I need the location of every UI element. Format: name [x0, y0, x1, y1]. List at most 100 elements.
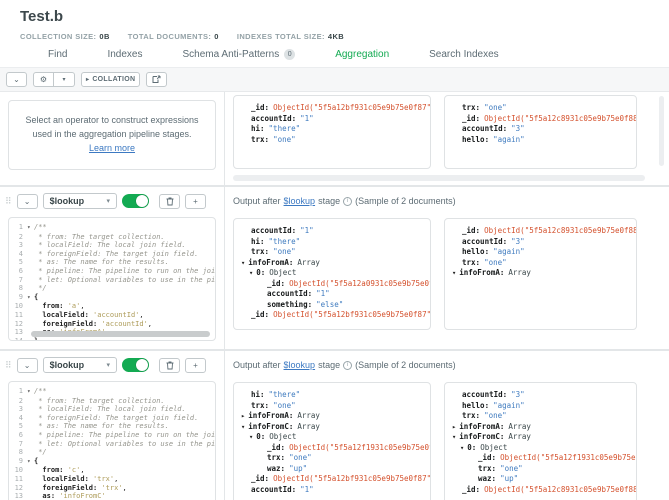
stage-enabled-toggle[interactable] [122, 194, 149, 208]
vertical-scrollbar[interactable] [659, 96, 664, 166]
document-field[interactable]: hello:"again" [445, 401, 636, 412]
code-line: 9{ [9, 457, 215, 467]
document-field[interactable]: accountId:"1" [234, 289, 430, 300]
document-field[interactable]: hello:"again" [445, 247, 636, 258]
code-line: 3 * localField: The local join field. [9, 241, 215, 250]
line-number: 12 [9, 484, 27, 493]
editor-horizontal-scrollbar[interactable] [31, 331, 210, 337]
document-field[interactable]: accountId:"1" [234, 114, 430, 125]
document-field[interactable]: infoFromA:Array [445, 422, 636, 433]
tab-search-indexes[interactable]: Search Indexes [429, 49, 499, 67]
tab-find[interactable]: Find [48, 49, 67, 67]
document-field[interactable]: 0:Object [445, 443, 636, 454]
stage-doc-link[interactable]: $lookup [284, 196, 316, 206]
field-name: _id: [267, 443, 285, 452]
document-field[interactable]: hi:"there" [234, 237, 430, 248]
delete-stage-button[interactable] [159, 358, 180, 373]
add-stage-button[interactable]: + [185, 358, 206, 373]
field-value: Object [269, 432, 296, 441]
drag-handle-icon[interactable]: ⠿ [5, 360, 12, 371]
output-document-card: accountId:"3" hello:"again" trx:"one" in… [444, 382, 637, 500]
document-field[interactable]: infoFromA:Array [234, 411, 430, 422]
collapse-stage-button[interactable]: ⌄ [17, 358, 38, 373]
document-field[interactable]: infoFromC:Array [234, 422, 430, 433]
settings-button[interactable]: ⚙ [33, 72, 54, 87]
info-icon [343, 197, 352, 206]
document-field[interactable]: accountId:"3" [445, 124, 636, 135]
document-field[interactable]: accountId:"3" [445, 390, 636, 401]
tab-aggregation[interactable]: Aggregation [335, 49, 389, 67]
document-field[interactable]: trx:"one" [445, 103, 636, 114]
document-field[interactable]: infoFromA:Array [445, 268, 636, 279]
document-field[interactable]: _id:ObjectId("5f5a12f1931c05e9b75e0f89") [445, 453, 636, 464]
line-number: 1 [9, 223, 27, 233]
document-field[interactable]: _id:ObjectId("5f5a12bf931c05e9b75e0f87") [234, 310, 430, 321]
collapse-stage-button[interactable]: ⌄ [17, 194, 38, 209]
fold-icon [27, 466, 34, 475]
stage-doc-link[interactable]: $lookup [284, 360, 316, 370]
document-field[interactable]: infoFromC:Array [445, 432, 636, 443]
stage-operator-select[interactable]: $lookup ▾ [43, 193, 117, 209]
document-field[interactable]: infoFromA:Array [234, 258, 430, 269]
stage-editor-pane: Select an operator to construct expressi… [0, 92, 225, 185]
document-field[interactable]: accountId:"1" [234, 226, 430, 237]
sample-count-label: (Sample of 2 documents) [355, 196, 456, 206]
document-field[interactable]: something:"else" [234, 300, 430, 311]
document-field[interactable]: trx:"one" [445, 464, 636, 475]
document-field[interactable]: waz:"up" [445, 474, 636, 485]
document-field[interactable]: trx:"one" [234, 453, 430, 464]
field-value: ObjectId("5f5a12f1931c05e9b75e0f89") [500, 453, 636, 462]
stage-code-editor[interactable]: 1/** 2 * from: The target collection. 3 … [8, 381, 216, 500]
tab-schema-anti-patterns[interactable]: Schema Anti-Patterns0 [182, 49, 295, 67]
stage-code-editor[interactable]: 1/** 2 * from: The target collection. 3 … [8, 217, 216, 341]
collapse-all-button[interactable]: ⌄ [6, 72, 27, 87]
document-field[interactable]: trx:"one" [234, 135, 430, 146]
document-field[interactable]: trx:"one" [445, 258, 636, 269]
fold-icon [27, 397, 34, 406]
learn-more-link[interactable]: Learn more [89, 143, 135, 153]
document-field[interactable]: hi:"there" [234, 390, 430, 401]
document-field[interactable]: 0:Object [234, 268, 430, 279]
document-field[interactable]: waz:"up" [234, 464, 430, 475]
export-pipeline-button[interactable] [146, 72, 167, 87]
delete-stage-button[interactable] [159, 194, 180, 209]
stage-enabled-toggle[interactable] [122, 358, 149, 372]
export-icon [152, 75, 161, 84]
field-name: _id: [462, 114, 480, 123]
document-field[interactable]: hi:"there" [234, 124, 430, 135]
document-field[interactable]: _id:ObjectId("5f5a12bf931c05e9b75e0f87") [234, 103, 430, 114]
settings-menu-button[interactable]: ▾ [54, 72, 75, 87]
document-field[interactable]: _id:ObjectId("5f5a12bf931c05e9b75e0f87") [234, 474, 430, 485]
document-field[interactable]: trx:"one" [234, 401, 430, 412]
field-name: hello: [462, 401, 489, 410]
line-number: 1 [9, 387, 27, 397]
horizontal-scrollbar[interactable] [233, 175, 645, 181]
line-number: 5 [9, 422, 27, 431]
document-field[interactable]: accountId:"1" [234, 485, 430, 496]
toggle-knob [136, 195, 148, 207]
field-value: "one" [273, 247, 296, 256]
stat-indexes-total-size: INDEXES TOTAL SIZE:4KB [237, 32, 344, 41]
document-field[interactable]: _id:ObjectId("5f5a12c8931c05e9b75e0f88") [445, 114, 636, 125]
trash-icon [166, 361, 174, 370]
document-field[interactable]: trx:"one" [445, 411, 636, 422]
stage-editor-pane: ⠿ ⌄ $lookup ▾ + 1/** 2 * from: The targe… [0, 351, 225, 500]
output-document-card: accountId:"1" hi:"there" trx:"one" infoF… [233, 218, 431, 330]
tab-indexes[interactable]: Indexes [107, 49, 142, 67]
document-field[interactable]: trx:"one" [234, 247, 430, 258]
document-field[interactable]: hello:"again" [445, 135, 636, 146]
document-field[interactable]: _id:ObjectId("5f5a12c8931c05e9b75e0f88") [445, 226, 636, 237]
line-number: 3 [9, 241, 27, 250]
document-field[interactable]: accountId:"3" [445, 237, 636, 248]
field-name: hi: [251, 237, 265, 246]
drag-handle-icon[interactable]: ⠿ [5, 196, 12, 207]
document-field[interactable]: _id:ObjectId("5f5a12c8931c05e9b75e0f88") [445, 485, 636, 496]
collation-toggle-button[interactable]: ▸ COLLATION [81, 72, 140, 87]
add-stage-button[interactable]: + [185, 194, 206, 209]
field-value: "one" [273, 135, 296, 144]
stage-operator-select[interactable]: $lookup ▾ [43, 357, 117, 373]
pipeline-settings-group: ⚙ ▾ [33, 72, 75, 87]
document-field[interactable]: _id:ObjectId("5f5a12f1931c05e9b75e0f89") [234, 443, 430, 454]
document-field[interactable]: _id:ObjectId("5f5a12a0931c05e9b75e0f85") [234, 279, 430, 290]
document-field[interactable]: 0:Object [234, 432, 430, 443]
